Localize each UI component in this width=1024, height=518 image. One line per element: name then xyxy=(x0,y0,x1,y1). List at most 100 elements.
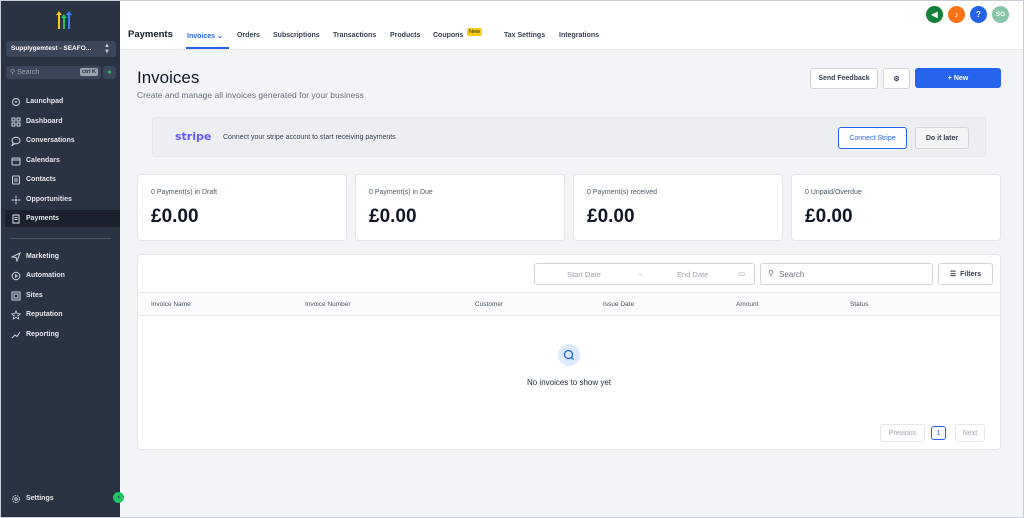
chevron-down-icon: ⌄ xyxy=(216,33,223,40)
sidebar-item-reporting[interactable]: Reporting xyxy=(5,326,120,343)
sidebar-item-label: Calendars xyxy=(26,157,60,164)
sidebar-item-settings[interactable]: Settings xyxy=(5,490,120,507)
tab-coupons[interactable]: Coupons xyxy=(433,32,463,39)
card-value: £0.00 xyxy=(587,206,635,227)
sidebar-item-automation[interactable]: Automation xyxy=(5,267,120,284)
date-range-picker[interactable]: Start Date → End Date ▭ xyxy=(534,263,755,285)
active-tab-indicator xyxy=(186,47,229,49)
stripe-logo: stripe xyxy=(175,130,212,143)
sidebar-item-calendars[interactable]: Calendars xyxy=(5,152,120,169)
send-icon xyxy=(10,251,21,263)
sidebar-item-label: Automation xyxy=(26,272,65,279)
help-icon[interactable]: ? xyxy=(970,6,987,23)
new-invoice-button[interactable]: + New xyxy=(915,68,1001,88)
sidebar-item-payments[interactable]: Payments xyxy=(5,210,120,227)
sidebar-item-sites[interactable]: Sites xyxy=(5,287,120,304)
location-name: Supplygemtest - SEAFO... xyxy=(11,45,92,52)
search-shortcut: ctrl K xyxy=(79,68,98,76)
column-customer[interactable]: Customer xyxy=(475,301,503,308)
sidebar: Supplygemtest - SEAFO... ▲ ▼ ⚲ Search ctr… xyxy=(1,1,120,517)
table-search-input[interactable]: ⚲ Search xyxy=(760,263,933,285)
contacts-icon xyxy=(11,175,21,185)
card-value: £0.00 xyxy=(151,206,199,227)
send-feedback-button[interactable]: Send Feedback xyxy=(810,68,878,89)
tab-subscriptions[interactable]: Subscriptions xyxy=(273,32,320,39)
sidebar-item-reputation[interactable]: Reputation xyxy=(5,306,120,323)
chart-line-icon xyxy=(11,330,21,340)
next-page-button[interactable]: Next xyxy=(955,424,985,442)
column-invoice-number[interactable]: Invoice Number xyxy=(305,301,351,308)
avatar[interactable]: SG xyxy=(992,6,1009,23)
page-number-button[interactable]: 1 xyxy=(931,426,946,440)
settings-button[interactable]: ⚙ xyxy=(883,68,910,89)
sidebar-item-label: Launchpad xyxy=(26,98,64,105)
ai-spark-button[interactable]: ✦ xyxy=(103,66,116,79)
sidebar-item-label: Sites xyxy=(26,292,43,299)
tab-label: Invoices xyxy=(187,33,216,40)
column-issue-date[interactable]: Issue Date xyxy=(603,301,634,308)
column-amount[interactable]: Amount xyxy=(736,301,758,308)
app-logo xyxy=(56,11,72,29)
rocket-icon xyxy=(11,97,21,107)
summary-card-draft: 0 Payment(s) in Draft £0.00 xyxy=(137,174,347,241)
stripe-banner: stripe Connect your stripe account to st… xyxy=(152,117,986,157)
bell-icon[interactable]: ♪ xyxy=(948,6,965,23)
filters-button[interactable]: ☰ Filters xyxy=(938,263,993,285)
opportunities-icon xyxy=(11,195,21,205)
chat-icon xyxy=(11,136,21,147)
card-value: £0.00 xyxy=(369,206,417,227)
connect-stripe-button[interactable]: Connect Stripe xyxy=(838,127,907,149)
tab-transactions[interactable]: Transactions xyxy=(333,32,376,39)
megaphone-icon[interactable]: ◀ xyxy=(926,6,943,23)
card-value: £0.00 xyxy=(805,206,853,227)
end-date-input[interactable]: End Date xyxy=(677,270,708,279)
automation-icon xyxy=(11,271,21,281)
tab-orders[interactable]: Orders xyxy=(237,32,260,39)
empty-state-message: No invoices to show yet xyxy=(526,378,612,387)
sidebar-divider xyxy=(10,238,111,239)
column-invoice-name[interactable]: Invoice Name xyxy=(151,301,191,308)
location-switcher[interactable]: Supplygemtest - SEAFO... ▲ ▼ xyxy=(6,41,116,57)
sidebar-item-label: Dashboard xyxy=(26,118,63,125)
sidebar-item-label: Marketing xyxy=(26,253,60,260)
star-icon xyxy=(10,309,22,320)
do-it-later-button[interactable]: Do it later xyxy=(915,127,969,149)
column-status[interactable]: Status xyxy=(850,301,868,308)
collapse-sidebar-button[interactable]: ‹ xyxy=(113,492,124,503)
sidebar-search[interactable]: ⚲ Search ctrl K xyxy=(6,66,101,79)
payments-icon xyxy=(11,214,21,224)
page-subtitle: Create and manage all invoices generated… xyxy=(137,90,364,100)
sidebar-item-opportunities[interactable]: Opportunities xyxy=(5,191,120,208)
sidebar-item-label: Contacts xyxy=(26,176,56,183)
sidebar-item-marketing[interactable]: Marketing xyxy=(5,248,120,265)
table-search-placeholder: Search xyxy=(779,270,805,279)
empty-search-icon xyxy=(558,344,580,366)
arrow-right-icon: → xyxy=(636,269,644,278)
card-label: 0 Payment(s) in Draft xyxy=(151,189,218,196)
section-title: Payments xyxy=(128,29,173,40)
tab-tax-settings[interactable]: Tax Settings xyxy=(504,32,545,39)
tab-products[interactable]: Products xyxy=(390,32,420,39)
invoices-table-card: Start Date → End Date ▭ ⚲ Search ☰ Filter… xyxy=(137,254,1001,450)
card-label: 0 Payment(s) in Due xyxy=(369,189,433,196)
sidebar-item-conversations[interactable]: Conversations xyxy=(5,132,120,149)
sites-icon xyxy=(11,291,21,301)
tab-invoices[interactable]: Invoices ⌄ xyxy=(187,32,223,40)
tab-integrations[interactable]: Integrations xyxy=(559,32,599,39)
start-date-input[interactable]: Start Date xyxy=(567,270,601,279)
top-bar: Payments Invoices ⌄ Orders Subscriptions… xyxy=(120,1,1023,50)
sidebar-item-launchpad[interactable]: Launchpad xyxy=(5,93,120,110)
card-label: 0 Unpaid/Overdue xyxy=(805,189,862,196)
filters-label: Filters xyxy=(960,270,982,278)
previous-page-button[interactable]: Previous xyxy=(880,424,925,442)
calendar-icon xyxy=(11,156,21,166)
stripe-message: Connect your stripe account to start rec… xyxy=(223,134,396,141)
sidebar-item-label: Reporting xyxy=(26,331,60,338)
sidebar-item-label: Conversations xyxy=(26,137,75,144)
grid-icon xyxy=(11,117,21,127)
summary-card-received: 0 Payment(s) received £0.00 xyxy=(573,174,783,241)
sidebar-item-dashboard[interactable]: Dashboard xyxy=(5,113,120,130)
sidebar-item-contacts[interactable]: Contacts xyxy=(5,171,120,188)
filter-icon: ☰ xyxy=(949,271,957,278)
summary-card-due: 0 Payment(s) in Due £0.00 xyxy=(355,174,565,241)
